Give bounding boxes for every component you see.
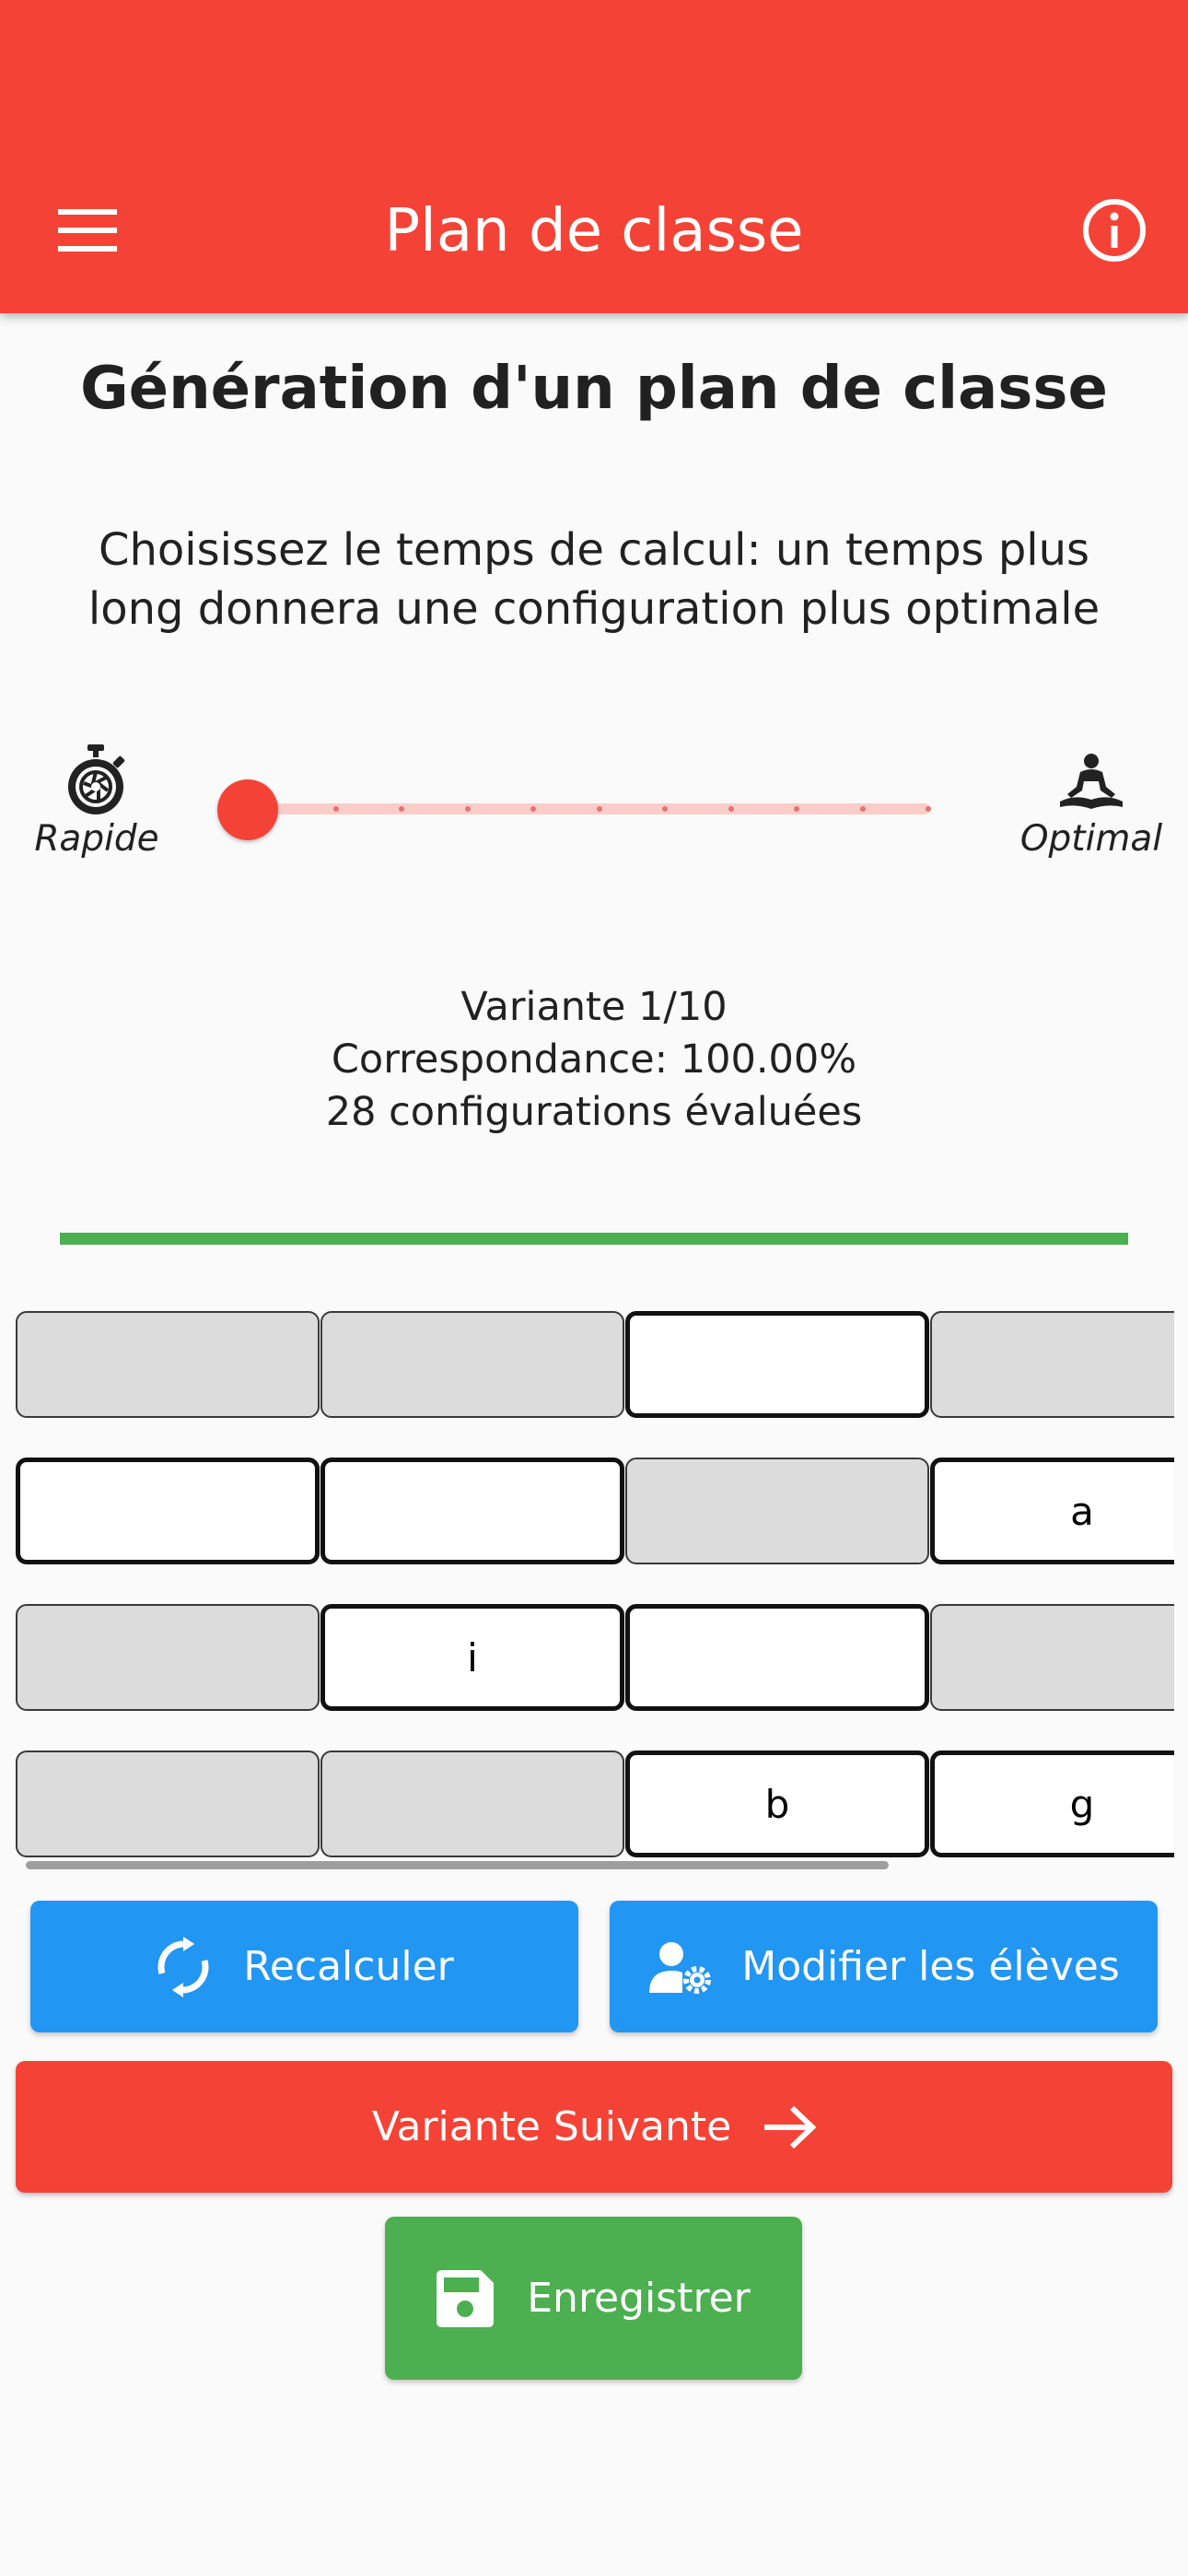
refresh-icon [157, 1936, 209, 1997]
slider-tick [464, 806, 471, 812]
recalculate-button[interactable]: Recalculer [30, 1901, 578, 2032]
info-button[interactable] [1059, 180, 1170, 281]
slider-track [249, 803, 930, 814]
slider-tick [728, 806, 734, 812]
seat-cell[interactable] [625, 1604, 929, 1711]
seat-cell[interactable] [320, 1751, 624, 1857]
slider-tick [596, 806, 602, 812]
menu-button[interactable] [37, 184, 138, 276]
generation-progress-bar [60, 1233, 1128, 1245]
seating-plan-grid[interactable]: a ibg [0, 1304, 1174, 1870]
slider-tick [332, 806, 339, 812]
arrow-forward-icon [764, 2105, 817, 2149]
slider-tick [859, 806, 866, 812]
slider-tick [530, 806, 536, 812]
match-percentage: Correspondance: 100.00% [331, 1036, 857, 1083]
next-variant-button[interactable]: Variante Suivante [16, 2061, 1172, 2193]
seat-cell[interactable] [930, 1604, 1174, 1711]
seat-cell[interactable] [625, 1311, 929, 1418]
seat-cell[interactable] [16, 1604, 320, 1711]
seat-cell[interactable] [16, 1751, 320, 1857]
edit-students-button[interactable]: Modifier les élèves [610, 1901, 1158, 2032]
seat-cell[interactable]: b [625, 1751, 929, 1857]
app-title: Plan de classe [384, 197, 804, 265]
computation-time-slider[interactable] [217, 779, 939, 840]
save-label: Enregistrer [527, 2275, 751, 2322]
seat-cell[interactable] [320, 1458, 624, 1564]
seat-cell[interactable] [930, 1311, 1174, 1418]
seat-cell[interactable]: g [930, 1751, 1174, 1857]
seat-cell[interactable]: i [320, 1604, 624, 1711]
seat-cell[interactable] [625, 1458, 929, 1564]
slider-tick [662, 806, 668, 812]
info-icon [1083, 199, 1146, 262]
stopwatch-icon [68, 744, 125, 814]
meditation-icon [1060, 754, 1123, 809]
speed-label-fast: Rapide [34, 818, 159, 860]
slider-tick [794, 806, 799, 812]
instructions-line-1: Choisissez le temps de calcul: un temps … [98, 524, 1090, 576]
slider-tick [399, 806, 404, 812]
seat-cell[interactable] [16, 1311, 320, 1418]
manage-accounts-icon [649, 1941, 712, 1994]
seat-cell[interactable] [320, 1311, 624, 1418]
computation-time-selector: Rapide Optimal [0, 737, 1188, 884]
save-button[interactable]: Enregistrer [385, 2217, 802, 2380]
menu-icon [58, 209, 117, 252]
variant-counter: Variante 1/10 [460, 984, 728, 1030]
floppy-disk-icon [437, 2269, 495, 2327]
edit-students-label: Modifier les élèves [741, 1943, 1120, 1990]
horizontal-scrollbar[interactable] [26, 1861, 889, 1869]
seat-cell[interactable] [16, 1458, 320, 1564]
instructions-text: Choisissez le temps de calcul: un temps … [37, 521, 1151, 638]
instructions-line-2: long donnera une configuration plus opti… [87, 583, 1101, 635]
progress-fill [60, 1233, 1128, 1245]
seat-cell[interactable]: a [930, 1458, 1174, 1564]
app-bar: Plan de classe [0, 0, 1188, 313]
next-variant-label: Variante Suivante [371, 2103, 732, 2150]
recalculate-label: Recalculer [243, 1943, 454, 1990]
slider-tick [926, 806, 931, 812]
configurations-evaluated: 28 configurations évaluées [325, 1089, 863, 1135]
generation-stats: Variante 1/10 Correspondance: 100.00% 28… [0, 981, 1188, 1139]
page-heading: Génération d'un plan de classe [80, 355, 1108, 423]
slider-thumb[interactable] [217, 779, 278, 840]
speed-label-optimal: Optimal [1019, 818, 1163, 860]
